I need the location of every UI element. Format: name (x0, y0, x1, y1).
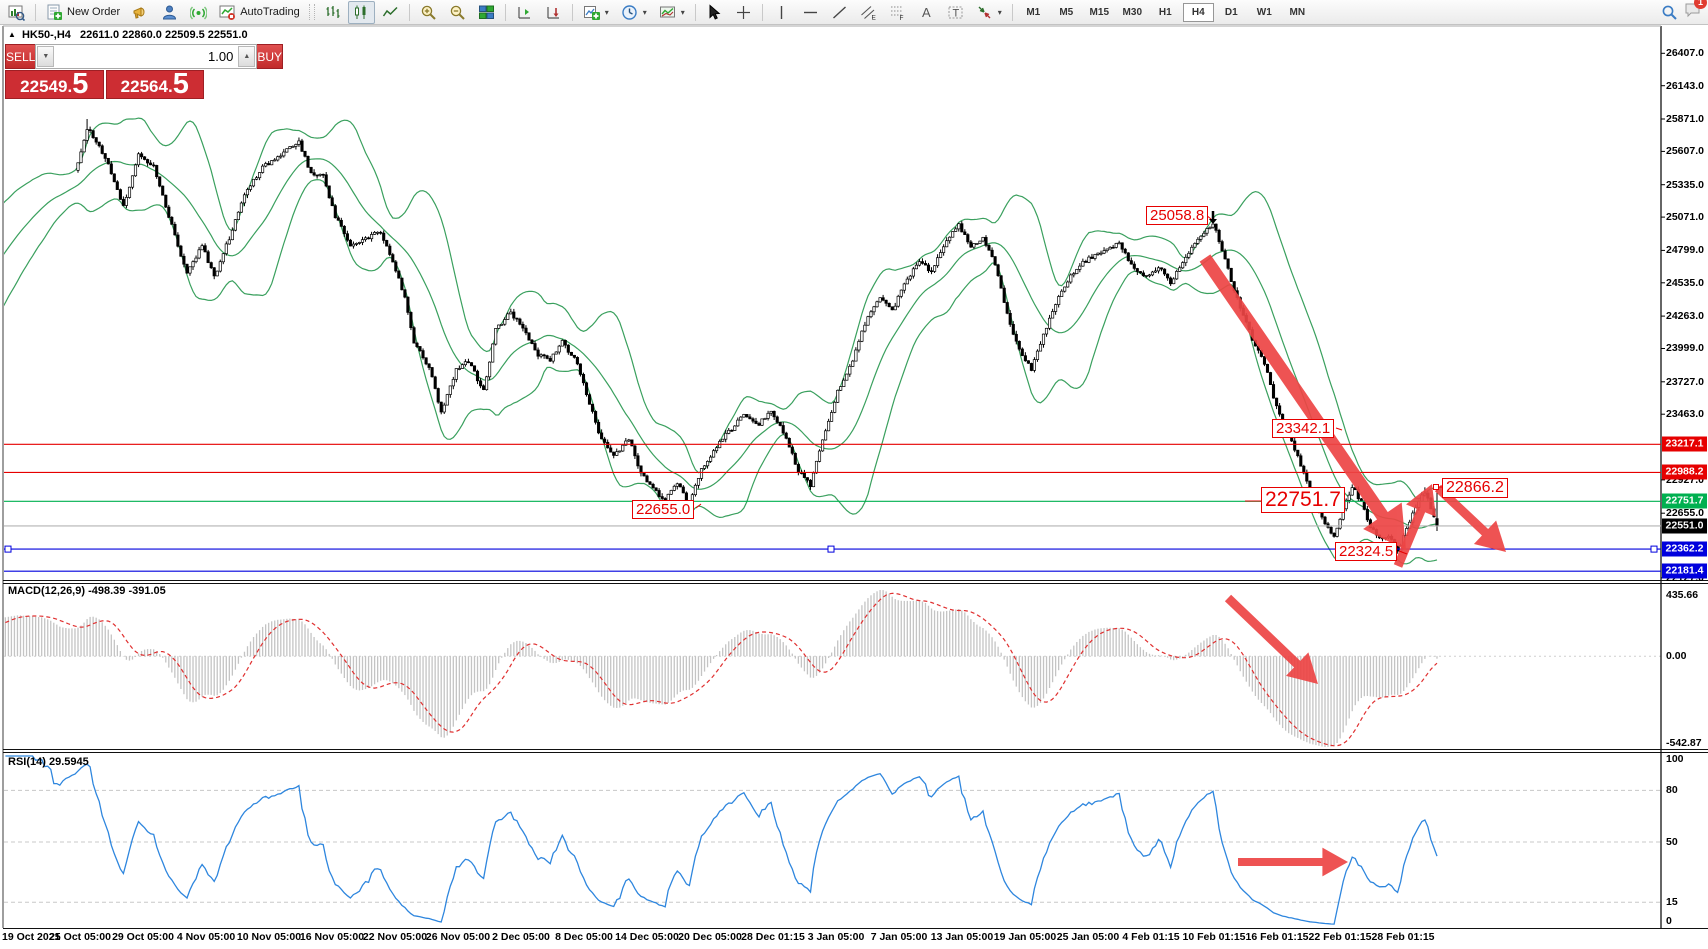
hline-handle[interactable] (5, 546, 11, 552)
bid-price[interactable]: 22549.5 (5, 70, 104, 99)
price-axis-tick: 25871.0 (1666, 113, 1704, 125)
rsi-label: RSI(14) 29.5945 (8, 756, 89, 768)
date-label: 4 Nov 05:00 (177, 931, 235, 943)
price-axis-tick: 26407.0 (1666, 47, 1704, 59)
volume-increase-button[interactable]: ▲ (238, 46, 255, 67)
price-axis-tick: 23999.0 (1666, 342, 1704, 354)
rsi-axis-tick: 0 (1666, 915, 1672, 927)
ask-price[interactable]: 22564.5 (106, 70, 205, 99)
price-badge-22181.4: 22181.4 (1662, 564, 1707, 579)
price-axis-tick: 24263.0 (1666, 310, 1704, 322)
collapse-icon[interactable]: ▲ (8, 30, 16, 39)
rsi-axis-tick: 15 (1666, 896, 1678, 908)
date-label: 16 Feb 01:15 (1245, 931, 1308, 943)
rsi-red-arrow[interactable] (1238, 848, 1348, 877)
price-label-annotation[interactable]: 22866.2 (1442, 478, 1508, 498)
price-badge-22551.0: 22551.0 (1662, 518, 1707, 533)
date-label: 20 Dec 05:00 (678, 931, 742, 943)
rsi-axis-tick: 100 (1666, 753, 1684, 765)
date-label: 16 Nov 05:00 (300, 931, 364, 943)
price-badge-23217.1: 23217.1 (1662, 437, 1707, 452)
hline-handle[interactable] (828, 546, 834, 552)
date-label: 10 Feb 01:15 (1182, 931, 1245, 943)
price-axis-tick: 25071.0 (1666, 211, 1704, 223)
date-label: 26 Nov 05:00 (426, 931, 490, 943)
one-click-trade-panel: SELL ▼ ▲ BUY 22549.5 22564.5 (5, 44, 204, 99)
macd-axis-tick: -542.87 (1666, 737, 1702, 749)
date-label: 7 Jan 05:00 (871, 931, 928, 943)
volume-control: ▼ ▲ (35, 44, 257, 69)
date-label: 28 Dec 01:15 (741, 931, 805, 943)
date-label: 3 Jan 05:00 (808, 931, 865, 943)
price-axis-tick: 25607.0 (1666, 145, 1704, 157)
chart-header: ▲ HK50-,H4 22611.0 22860.0 22509.5 22551… (8, 29, 248, 41)
date-label: 2 Dec 05:00 (492, 931, 550, 943)
chart-canvas[interactable] (0, 0, 1708, 949)
price-badge-22988.2: 22988.2 (1662, 465, 1707, 480)
price-axis-tick: 23463.0 (1666, 408, 1704, 420)
macd-label: MACD(12,26,9) -498.39 -391.05 (8, 585, 166, 597)
ohlc-values: 22611.0 22860.0 22509.5 22551.0 (80, 29, 248, 41)
ask-big-digit: 5 (173, 71, 189, 97)
price-axis-tick: 25335.0 (1666, 179, 1704, 191)
rsi-axis-tick: 50 (1666, 836, 1678, 848)
date-label: 22 Nov 05:00 (363, 931, 427, 943)
price-axis-tick: 24535.0 (1666, 277, 1704, 289)
hline-handle[interactable] (1651, 546, 1657, 552)
date-label: 19 Jan 05:00 (994, 931, 1056, 943)
volume-decrease-button[interactable]: ▼ (37, 46, 54, 67)
date-label: 10 Nov 05:00 (237, 931, 301, 943)
sell-button[interactable]: SELL (5, 44, 35, 69)
price-label-annotation[interactable]: 23342.1 (1272, 419, 1334, 438)
price-badge-22751.7: 22751.7 (1662, 494, 1707, 509)
rsi-axis-tick: 80 (1666, 784, 1678, 796)
price-axis-tick: 22655.0 (1666, 507, 1704, 519)
price-label-annotation[interactable]: 22751.7 (1261, 487, 1345, 513)
buy-button[interactable]: BUY (257, 44, 283, 69)
date-label: 14 Dec 05:00 (615, 931, 679, 943)
price-badge-22362.2: 22362.2 (1662, 542, 1707, 557)
bid-int: 22549 (20, 77, 67, 97)
date-label: 25 Jan 05:00 (1057, 931, 1119, 943)
price-label-annotation[interactable]: 22324.5 (1335, 542, 1397, 561)
macd-axis-tick: 0.00 (1666, 650, 1686, 662)
bid-big-digit: 5 (72, 71, 88, 97)
date-label: 29 Oct 05:00 (112, 931, 174, 943)
price-label-annotation[interactable]: 22655.0 (632, 500, 694, 519)
ask-int: 22564 (121, 77, 168, 97)
date-label: 8 Dec 05:00 (555, 931, 613, 943)
price-axis-tick: 26143.0 (1666, 80, 1704, 92)
volume-input[interactable] (55, 45, 237, 68)
price-axis-tick: 23727.0 (1666, 376, 1704, 388)
price-label-annotation[interactable]: 25058.8 (1146, 206, 1208, 225)
date-label: 4 Feb 01:15 (1122, 931, 1179, 943)
macd-axis-tick: 435.66 (1666, 589, 1698, 601)
date-label: 13 Jan 05:00 (931, 931, 993, 943)
mt4-window: New Order AutoTrading (0, 0, 1708, 949)
date-label: 25 Oct 05:00 (49, 931, 111, 943)
date-label: 28 Feb 01:15 (1371, 931, 1434, 943)
date-label: 22 Feb 01:15 (1308, 931, 1371, 943)
price-axis-tick: 24799.0 (1666, 244, 1704, 256)
symbol-timeframe-label: HK50-,H4 (22, 29, 71, 41)
